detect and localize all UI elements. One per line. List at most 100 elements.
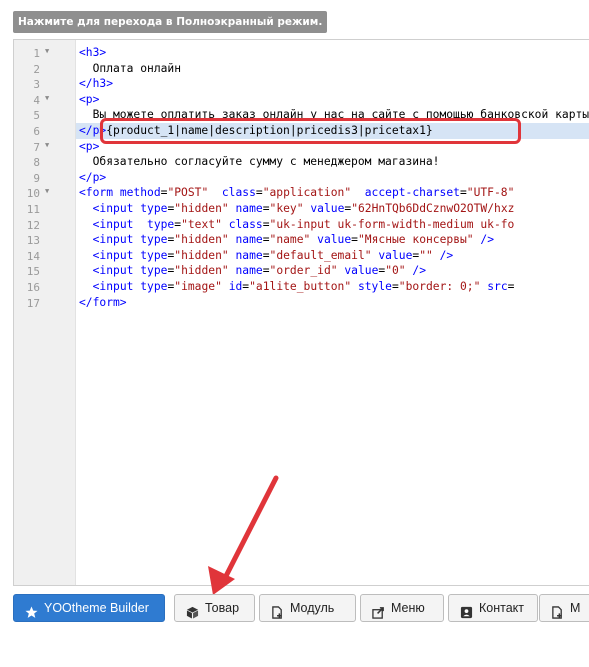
code-token: </p> [79,170,107,184]
code-token: name [235,248,263,262]
line-number-text: 8 [33,156,40,170]
fold-toggle-icon[interactable]: ▼ [45,187,49,195]
line-number-text: 17 [26,296,40,310]
code-line: <p> [79,92,99,108]
line-number: 4 ▼ [14,92,75,108]
line-number-text: 10 [26,187,40,201]
code-token: "default_email" [269,248,372,262]
code-token: /> [480,233,495,247]
code-token: <input [92,280,134,293]
star-icon [25,602,38,618]
line-number: 15 [14,263,75,279]
toolbar-button-label: Модуль [290,601,335,615]
file-plus-icon [271,602,284,619]
code-token: type [140,280,168,293]
yootheme-builder-button[interactable]: YOOtheme Builder [13,594,165,622]
code-line: </h3> [79,76,113,92]
cube-icon [186,602,199,619]
line-number: 17 [14,295,75,311]
kontakt-button[interactable]: Контакт [448,594,538,622]
code-token: </form> [79,295,127,309]
toolbar-button-label: М [570,601,581,615]
code-token: <p> [79,139,100,153]
line-number: 16 [14,279,75,295]
line-number-text: 1 [33,47,40,60]
toolbar-button-label: YOOtheme Builder [44,601,149,615]
line-number: 14 [14,248,75,264]
code-token: <h3> [79,46,107,59]
code-token: <input [92,233,134,247]
line-number-text: 6 [33,125,40,138]
code-token: value [310,202,345,215]
line-number-text: 4 [33,93,40,107]
fold-toggle-icon[interactable]: ▼ [45,141,49,149]
code-token: /> [412,264,427,278]
line-number-text: 3 [33,78,40,92]
code-token: name [235,233,263,247]
code-line: <input type="hidden" name="default_email… [79,248,454,264]
line-number: 6 [14,123,75,139]
fold-toggle-icon[interactable]: ▼ [45,94,49,102]
line-number-text: 15 [26,265,40,279]
code-token: </h3> [79,77,114,91]
code-token: type [140,233,168,247]
fullscreen-tip[interactable]: Нажмите для перехода в Полноэкранный реж… [13,11,328,33]
code-token: name [235,264,263,278]
m-button[interactable]: М [539,594,589,622]
line-number: 7 ▼ [14,139,75,155]
line-number-text: 14 [26,249,40,263]
code-token: "62HnTQb6DdCznwO2OTW/hxz [351,202,515,215]
code-line: </p> [79,170,106,186]
code-token: = [262,264,270,278]
line-number: 8 [14,154,75,170]
code-token: method [119,186,161,200]
modul-button[interactable]: Модуль [259,594,356,622]
code-token: "POST" [167,186,209,200]
code-token: value [344,264,379,278]
line-number-text: 16 [26,281,40,294]
code-token: src [487,280,508,293]
code-token: = [391,280,399,293]
code-token: "hidden" [174,202,229,215]
code-token: "image" [174,280,222,293]
line-number-text: 11 [26,203,40,216]
code-token: = [507,280,515,293]
code-token: "text" [181,217,222,231]
code-token: "0" [385,264,406,278]
code-token: <input [92,264,134,278]
code-token: Обязательно согласуйте сумму с менеджеро… [79,155,440,169]
code-token: "uk-input uk-form-width-medium uk-fo [269,217,515,231]
fold-toggle-icon[interactable]: ▼ [45,47,49,55]
code-line: <input type="hidden" name="key" value="6… [79,201,515,217]
code-token: = [459,186,467,200]
code-token: = [351,233,358,247]
code-token: = [255,186,263,200]
code-token: type [140,202,168,215]
code-token: value [378,248,413,262]
contact-card-icon [460,602,473,619]
code-line: </form> [79,295,127,311]
menu-button[interactable]: Меню [360,594,444,622]
code-token: "" [419,248,433,262]
code-token: type [140,264,168,278]
line-number-text: 5 [33,109,40,123]
code-line: <input type="hidden" name="order_id" val… [79,263,426,279]
toolbar-button-label: Товар [205,601,240,615]
tovar-button[interactable]: Товар [174,594,255,622]
code-token: "key" [269,202,304,215]
code-token: <form [79,186,114,200]
file-plus-icon [551,602,564,619]
code-token: "name" [269,233,311,247]
code-token: id [228,280,243,293]
line-number: 3 [14,76,75,92]
line-number-text: 2 [33,62,40,76]
annotation-highlight-box [100,118,521,144]
code-token: <p> [79,92,100,106]
line-number-gutter: 1 ▼ 2 3 4 ▼ 5 6 7 ▼ 8 9 10 ▼ 11 12 13 14 15 16 17 [14,40,76,585]
